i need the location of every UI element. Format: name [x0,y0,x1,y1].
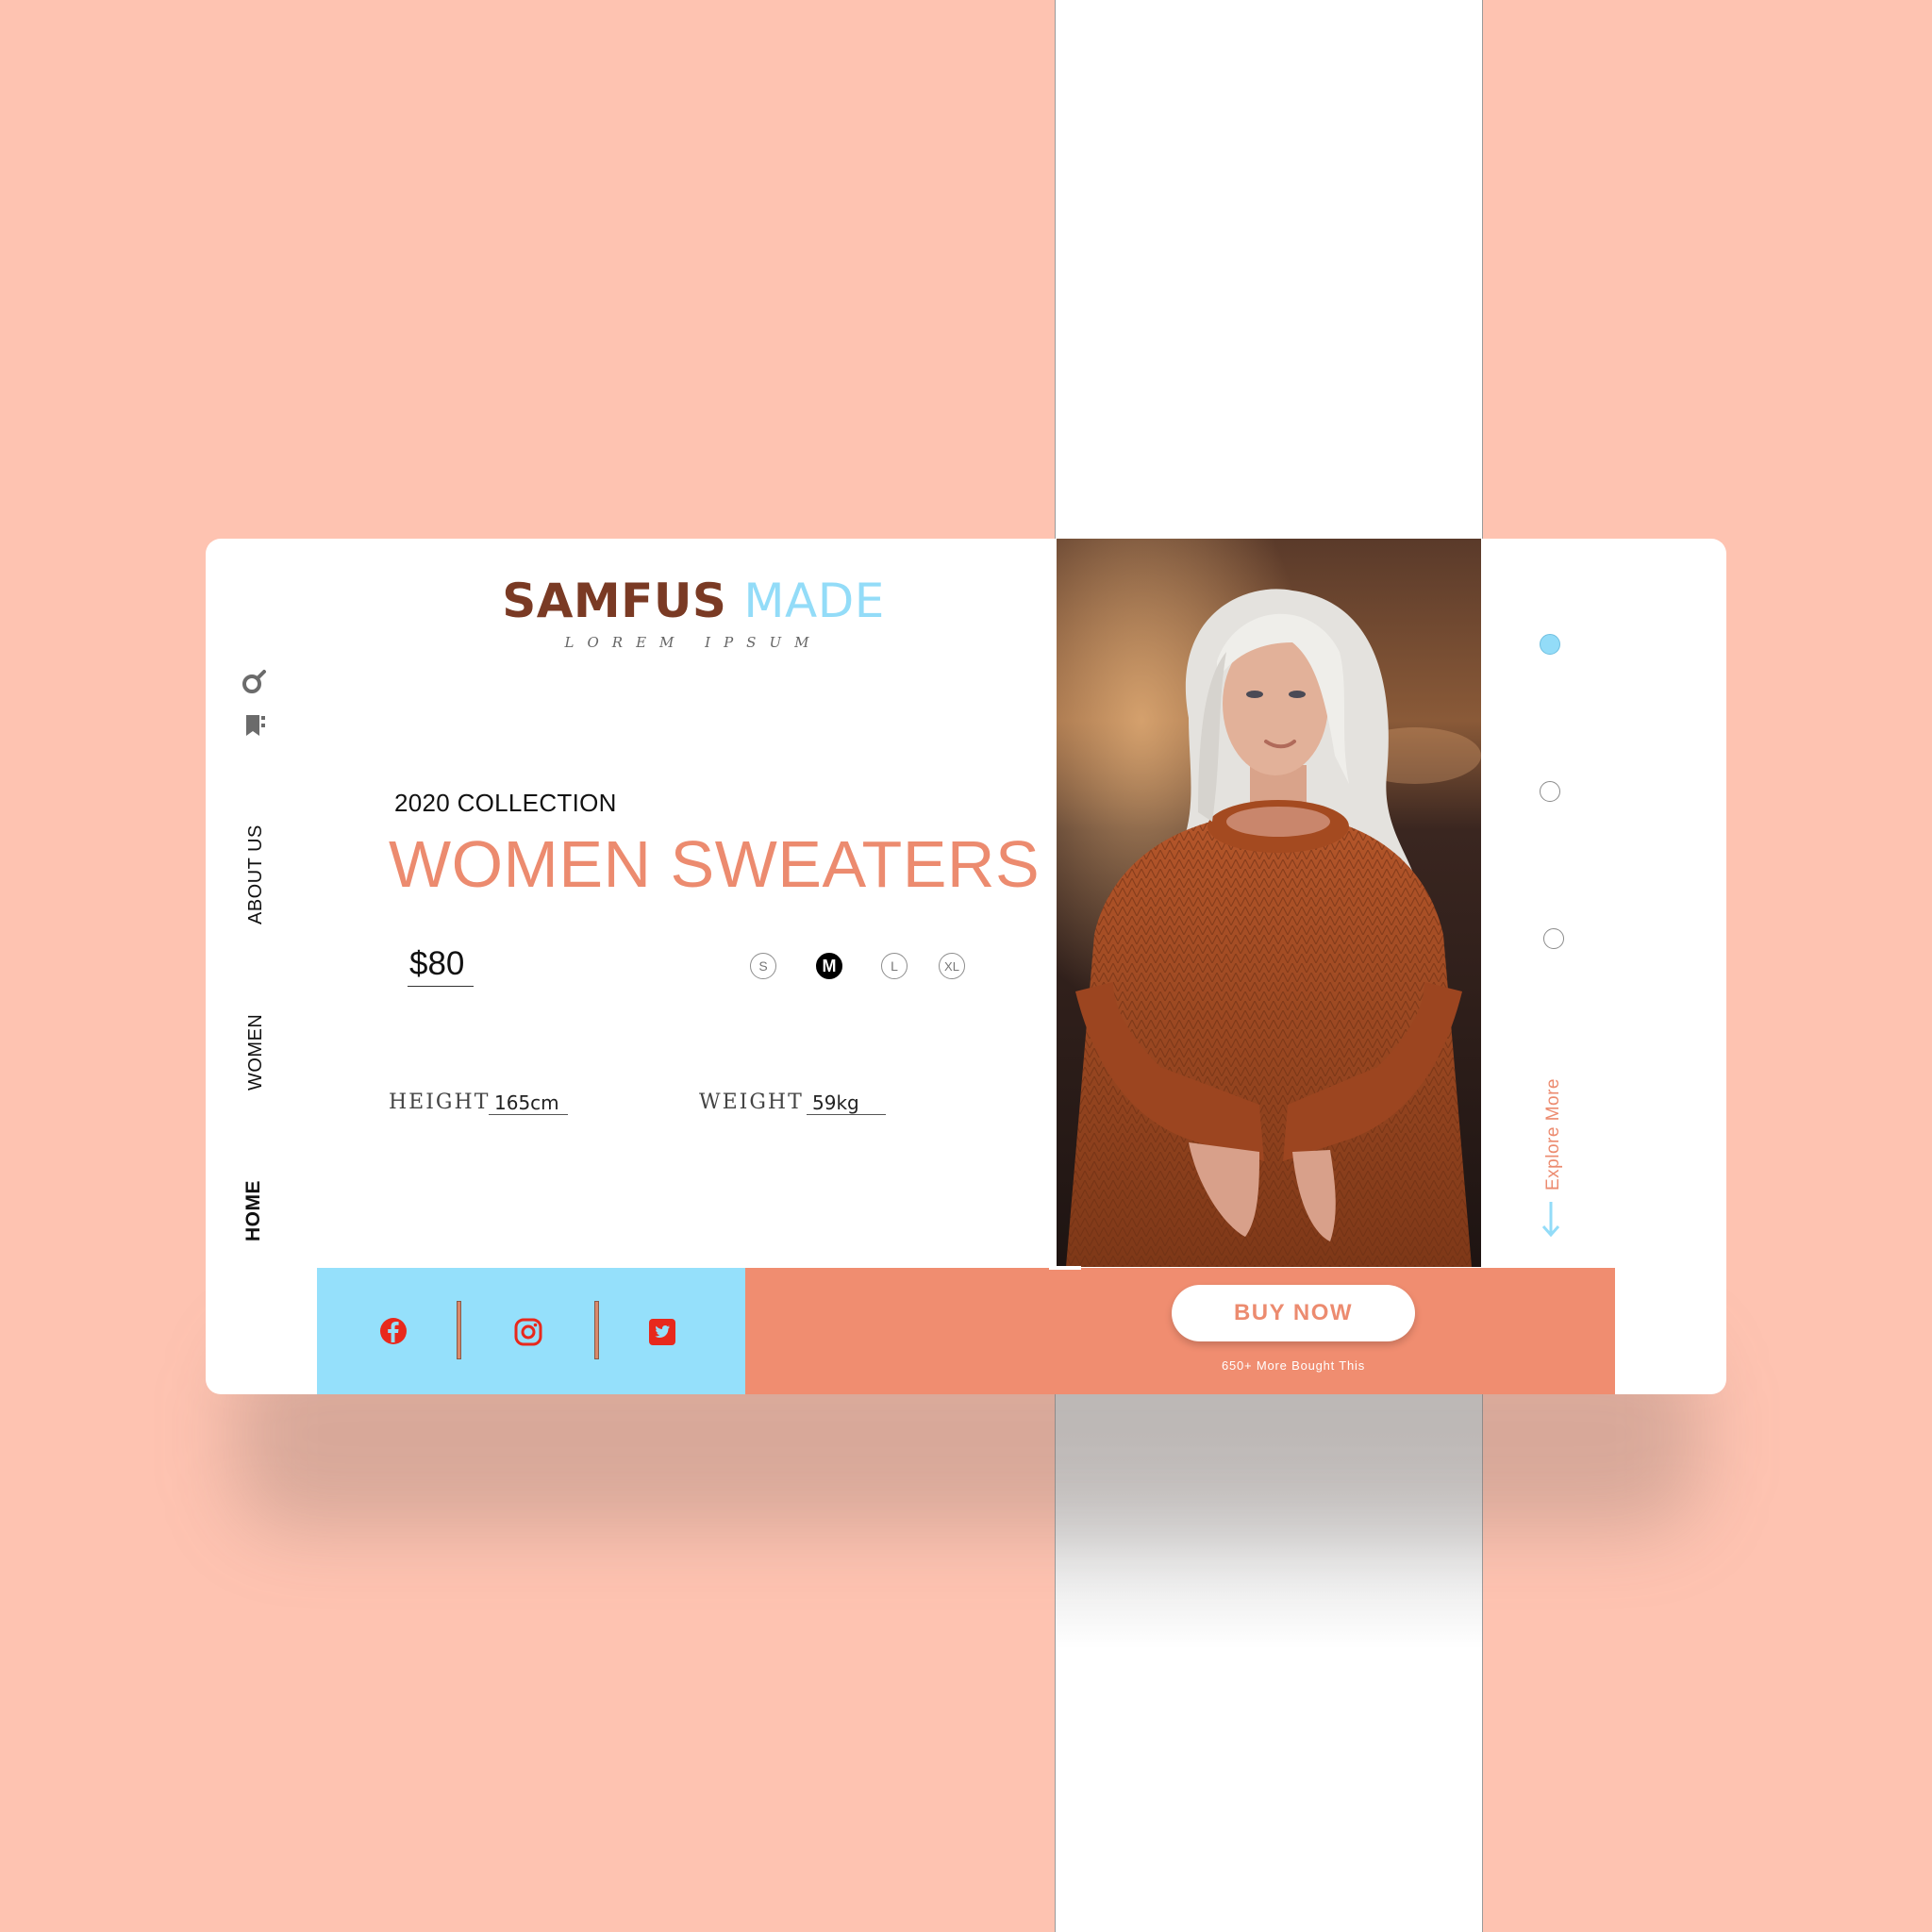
product-title: WOMEN SWEATERS [389,827,1041,901]
social-separator-2 [594,1301,599,1359]
brand-name-part2: MADE [743,574,885,628]
size-option-m[interactable]: M [816,953,842,979]
brand-tagline: LOREM IPSUM [564,634,823,651]
height-value: 165cm [494,1091,559,1114]
arrow-down-icon[interactable] [1541,1200,1560,1238]
size-option-xl[interactable]: XL [939,953,965,979]
slide-dot-3[interactable] [1543,928,1564,949]
product-photo [1057,539,1481,1267]
weight-label: WEIGHT [699,1091,804,1114]
model-illustration [1057,539,1481,1267]
size-option-l[interactable]: L [881,953,908,979]
collection-label: 2020 COLLECTION [394,789,617,817]
slide-dot-1[interactable] [1540,634,1560,655]
bought-count-text: 650+ More Bought This [1221,1358,1366,1373]
nav-item-about-us[interactable]: ABOUT US [245,824,267,924]
product-price: $80 [409,945,465,982]
social-separator-1 [457,1301,461,1359]
nav-item-home[interactable]: HOME [242,1180,265,1241]
weight-value: 59kg [812,1091,859,1114]
shopping-bag-icon[interactable] [243,713,268,738]
buy-now-button[interactable]: BUY NOW [1172,1285,1415,1341]
nav-item-women[interactable]: WOMEN [245,1014,267,1091]
brand-logo[interactable]: SAMFUS MADE [425,574,962,628]
instagram-icon[interactable] [514,1318,542,1346]
explore-more-link[interactable]: Explore More [1543,1078,1564,1191]
height-label: HEIGHT [389,1091,491,1114]
facebook-icon[interactable] [379,1317,408,1345]
bar-gap [1049,1266,1081,1270]
weight-underline [807,1114,886,1115]
brand-name-part1: SAMFUS [502,574,727,628]
slide-dot-2[interactable] [1540,781,1560,802]
height-underline [489,1114,568,1115]
search-icon[interactable] [242,668,268,696]
twitter-icon[interactable] [648,1318,676,1346]
size-option-s[interactable]: S [750,953,776,979]
price-underline [408,986,474,987]
